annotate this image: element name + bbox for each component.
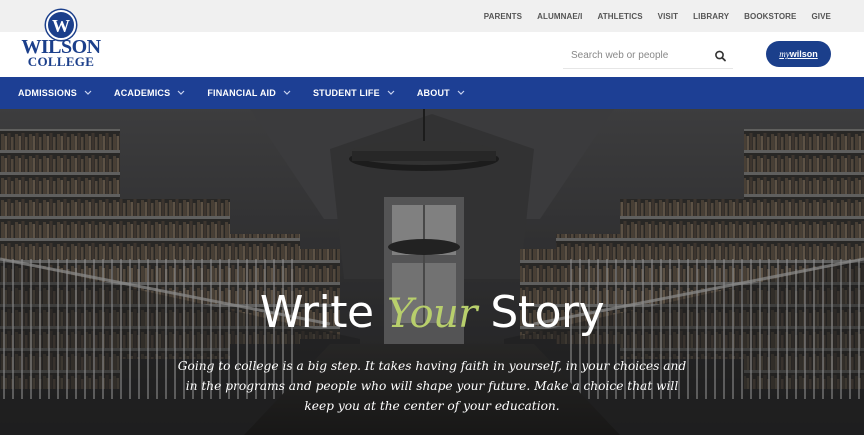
hero-banner: Write Your Story Going to college is a b…	[0, 109, 864, 435]
chevron-down-icon	[177, 90, 185, 95]
wilson-college-logo[interactable]: W WILSON COLLEGE	[18, 10, 104, 72]
chevron-down-icon	[387, 90, 395, 95]
main-nav: ADMISSIONS ACADEMICS FINANCIAL AID STUDE…	[0, 77, 864, 109]
nav-item-academics[interactable]: ACADEMICS	[114, 88, 185, 98]
chevron-down-icon	[283, 90, 291, 95]
chevron-down-icon	[84, 90, 92, 95]
nav-item-about[interactable]: ABOUT	[417, 88, 465, 98]
nav-item-student-life[interactable]: STUDENT LIFE	[313, 88, 395, 98]
utility-link-give[interactable]: GIVE	[811, 12, 831, 21]
hero-description: Going to college is a big step. It takes…	[177, 359, 687, 413]
utility-link-athletics[interactable]: ATHLETICS	[597, 12, 642, 21]
hero-title-accent: Your	[387, 291, 477, 337]
search-box	[563, 43, 733, 69]
site-header: W WILSON COLLEGE mywilson	[0, 10, 864, 77]
utility-link-bookstore[interactable]: BOOKSTORE	[744, 12, 796, 21]
mywilson-button[interactable]: mywilson	[766, 41, 831, 67]
utility-link-library[interactable]: LIBRARY	[693, 12, 729, 21]
chevron-down-icon	[457, 90, 465, 95]
utility-nav: PARENTS ALUMNAE/I ATHLETICS VISIT LIBRAR…	[469, 12, 831, 21]
search-input[interactable]	[571, 47, 711, 63]
utility-bar: PARENTS ALUMNAE/I ATHLETICS VISIT LIBRAR…	[0, 0, 864, 32]
utility-link-alumni[interactable]: ALUMNAE/I	[537, 12, 582, 21]
utility-link-parents[interactable]: PARENTS	[484, 12, 522, 21]
utility-link-visit[interactable]: VISIT	[658, 12, 679, 21]
logo-wordmark-line2: COLLEGE	[27, 54, 95, 69]
hero-title: Write Your Story	[259, 287, 605, 338]
nav-item-financial-aid[interactable]: FINANCIAL AID	[207, 88, 291, 98]
nav-item-admissions[interactable]: ADMISSIONS	[18, 88, 92, 98]
search-icon[interactable]	[713, 48, 729, 64]
